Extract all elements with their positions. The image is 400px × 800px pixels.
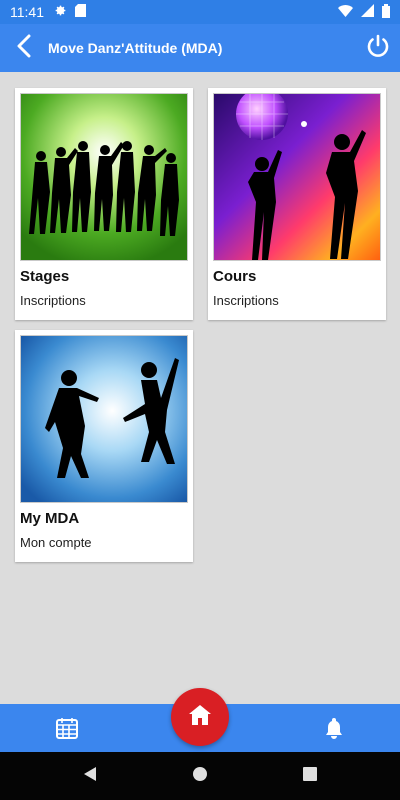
card-title: Stages <box>20 268 70 285</box>
card-stages[interactable]: Stages Inscriptions <box>15 88 193 320</box>
home-button[interactable] <box>171 688 229 746</box>
my-mda-image <box>20 335 188 503</box>
page-title: Move Danz'Attitude (MDA) <box>48 40 223 56</box>
nav-back-button[interactable] <box>80 766 100 786</box>
logout-button[interactable] <box>356 24 400 72</box>
card-title: Cours <box>213 268 257 285</box>
chevron-left-icon <box>16 34 32 63</box>
power-icon <box>366 34 390 63</box>
home-icon <box>188 704 212 731</box>
circle-home-icon <box>192 766 208 787</box>
nav-recents-button[interactable] <box>300 766 320 786</box>
notifications-button[interactable] <box>322 716 346 740</box>
battery-icon <box>382 3 390 21</box>
card-my-mda[interactable]: My MDA Mon compte <box>15 330 193 562</box>
card-subtitle: Mon compte <box>20 535 92 550</box>
status-bar: 11:41 <box>0 0 400 24</box>
stages-image <box>20 93 188 261</box>
gear-icon <box>54 4 67 20</box>
app-bar: Move Danz'Attitude (MDA) <box>0 24 400 72</box>
cours-image <box>213 93 381 261</box>
sd-card-icon <box>75 4 86 20</box>
square-recents-icon <box>303 766 317 786</box>
signal-icon <box>361 4 374 20</box>
status-time: 11:41 <box>10 4 44 20</box>
card-subtitle: Inscriptions <box>213 293 279 308</box>
nav-home-button[interactable] <box>190 766 210 786</box>
system-nav-bar <box>0 752 400 800</box>
back-button[interactable] <box>4 24 44 72</box>
wifi-icon <box>338 4 353 20</box>
calendar-icon <box>55 718 79 744</box>
card-cours[interactable]: Cours Inscriptions <box>208 88 386 320</box>
bell-icon <box>322 718 346 744</box>
main-content: Stages Inscriptions Cours Inscriptions M… <box>0 72 400 704</box>
calendar-button[interactable] <box>55 716 79 740</box>
card-subtitle: Inscriptions <box>20 293 86 308</box>
triangle-back-icon <box>83 766 97 787</box>
card-title: My MDA <box>20 510 80 527</box>
